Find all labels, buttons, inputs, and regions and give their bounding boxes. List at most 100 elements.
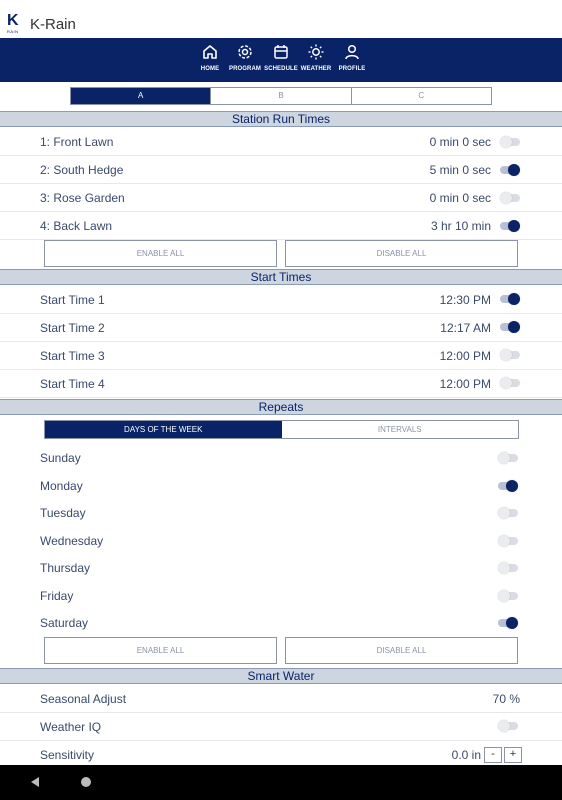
day-name: Saturday [40,616,89,630]
tab-intervals[interactable]: INTERVALS [282,421,519,438]
nav-profile[interactable]: PROFILE [334,43,370,72]
program-tab-c[interactable]: C [352,88,491,104]
day-name: Tuesday [40,506,86,520]
main-nav-bar: HOME PROGRAM SCHEDULE WEATHER PROFILE [0,38,562,82]
nav-program-label: PROGRAM [228,66,262,72]
station-3-toggle[interactable] [500,192,520,204]
station-row-4[interactable]: 4: Back Lawn 3 hr 10 min [0,212,562,240]
person-icon [345,44,359,60]
station-run-time[interactable]: 5 min 0 sec [430,163,491,177]
nav-weather[interactable]: WEATHER [298,43,334,72]
nav-home[interactable]: HOME [192,43,228,72]
start-time-row-2[interactable]: Start Time 2 12:17 AM [0,314,562,342]
station-2-toggle[interactable] [500,164,520,176]
station-name: 1: Front Lawn [40,135,114,149]
thursday-toggle[interactable] [498,562,518,574]
start-time-row-3[interactable]: Start Time 3 12:00 PM [0,342,562,370]
station-name: 2: South Hedge [40,163,124,177]
home-circle-icon[interactable] [81,777,91,787]
day-row-monday[interactable]: Monday [0,472,562,499]
station-row-2[interactable]: 2: South Hedge 5 min 0 sec [0,156,562,184]
start-time-value[interactable]: 12:30 PM [440,293,491,307]
station-run-time[interactable]: 0 min 0 sec [430,135,491,149]
start-time-name: Start Time 3 [40,349,105,363]
nav-weather-label: WEATHER [300,66,332,72]
station-name: 3: Rose Garden [40,191,125,205]
logo-letter: K [7,12,19,29]
calendar-icon [274,45,288,59]
start-time-1-toggle[interactable] [500,293,520,305]
day-row-thursday[interactable]: Thursday [0,554,562,581]
smart-water-header: Smart Water [0,668,562,684]
station-bulk-actions: ENABLE ALL DISABLE ALL [0,240,562,268]
sensitivity-decrement-button[interactable]: - [484,747,502,763]
nav-profile-label: PROFILE [338,66,366,72]
sensitivity-label: Sensitivity [40,748,95,762]
disable-all-days-button[interactable]: DISABLE ALL [285,637,518,664]
nav-program[interactable]: PROGRAM [227,43,263,72]
station-run-times-header: Station Run Times [0,111,562,127]
day-name: Friday [40,589,74,603]
repeat-mode-tabs: DAYS OF THE WEEK INTERVALS [44,420,519,439]
sensitivity-increment-button[interactable]: + [504,747,522,763]
day-row-sunday[interactable]: Sunday [0,444,562,471]
day-row-tuesday[interactable]: Tuesday [0,499,562,526]
station-4-toggle[interactable] [500,220,520,232]
days-bulk-actions: ENABLE ALL DISABLE ALL [0,637,562,665]
k-rain-logo: K RAIN [7,12,21,36]
title-bar: K RAIN K-Rain [0,0,562,38]
seasonal-adjust-label: Seasonal Adjust [40,692,127,706]
station-1-toggle[interactable] [500,136,520,148]
sensitivity-value: 0.0 in [451,748,481,762]
seasonal-adjust-row[interactable]: Seasonal Adjust 70 % [0,685,562,713]
day-row-wednesday[interactable]: Wednesday [0,527,562,554]
day-row-friday[interactable]: Friday [0,582,562,609]
station-run-time[interactable]: 3 hr 10 min [431,219,491,233]
day-row-saturday[interactable]: Saturday [0,609,562,636]
program-selector: A B C [70,87,492,105]
nav-schedule-label: SCHEDULE [264,66,298,72]
tab-days-of-week[interactable]: DAYS OF THE WEEK [45,421,282,438]
nav-schedule[interactable]: SCHEDULE [263,43,299,72]
day-name: Thursday [40,561,91,575]
program-tab-a[interactable]: A [71,88,212,104]
weather-iq-row[interactable]: Weather IQ [0,713,562,741]
start-time-value[interactable]: 12:00 PM [440,377,491,391]
seasonal-adjust-value[interactable]: 70 % [493,692,520,706]
disable-all-stations-button[interactable]: DISABLE ALL [285,240,518,267]
start-time-value[interactable]: 12:00 PM [440,349,491,363]
nav-home-label: HOME [200,66,220,72]
repeats-header: Repeats [0,399,562,415]
tuesday-toggle[interactable] [498,507,518,519]
station-name: 4: Back Lawn [40,219,113,233]
sensitivity-stepper: - + [484,747,522,763]
start-time-row-1[interactable]: Start Time 1 12:30 PM [0,286,562,314]
station-row-3[interactable]: 3: Rose Garden 0 min 0 sec [0,184,562,212]
start-time-name: Start Time 2 [40,321,105,335]
enable-all-days-button[interactable]: ENABLE ALL [44,637,277,664]
station-row-1[interactable]: 1: Front Lawn 0 min 0 sec [0,128,562,156]
saturday-toggle[interactable] [498,617,518,629]
friday-toggle[interactable] [498,590,518,602]
weather-iq-toggle[interactable] [498,720,518,732]
back-icon[interactable] [31,777,39,787]
sunday-toggle[interactable] [498,452,518,464]
app-title: K-Rain [30,16,76,33]
sun-icon [308,44,324,60]
start-time-value[interactable]: 12:17 AM [440,321,491,335]
start-time-2-toggle[interactable] [500,321,520,333]
station-run-time[interactable]: 0 min 0 sec [430,191,491,205]
start-time-row-4[interactable]: Start Time 4 12:00 PM [0,370,562,398]
start-time-3-toggle[interactable] [500,349,520,361]
start-time-4-toggle[interactable] [500,377,520,389]
wednesday-toggle[interactable] [498,535,518,547]
day-name: Sunday [40,451,81,465]
enable-all-stations-button[interactable]: ENABLE ALL [44,240,277,267]
program-tab-b[interactable]: B [211,88,352,104]
day-name: Wednesday [40,534,104,548]
logo-subtext: RAIN [7,29,19,34]
weather-iq-label: Weather IQ [40,720,102,734]
monday-toggle[interactable] [498,480,518,492]
start-times-header: Start Times [0,269,562,285]
day-name: Monday [40,479,83,493]
